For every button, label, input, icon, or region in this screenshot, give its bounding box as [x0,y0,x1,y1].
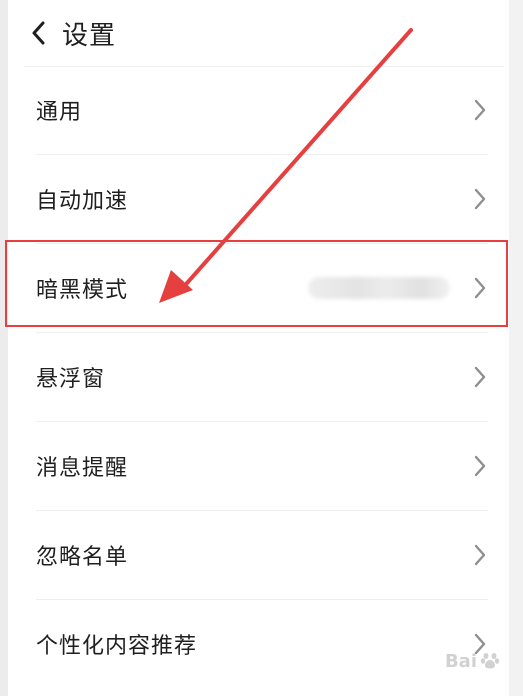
settings-row-label: 个性化内容推荐 [36,634,198,659]
settings-row-right [472,543,488,567]
settings-row-auto-accelerate[interactable]: 自动加速 [36,155,488,244]
settings-row-right [472,187,488,211]
settings-row-label: 消息提醒 [36,456,129,481]
page-title: 设置 [62,20,117,51]
settings-row-label: 自动加速 [36,189,129,214]
settings-row-general[interactable]: 通用 [36,66,488,155]
chevron-right-icon [472,276,488,300]
chevron-right-icon [472,98,488,122]
settings-row-message-reminder[interactable]: 消息提醒 [36,422,488,511]
baidu-paw-icon [480,653,500,669]
settings-list: 通用 自动加速 暗黑模式 悬浮窗 消息提醒 忽略名单 个性化内容推荐 [36,66,488,688]
dark-mode-current-value [308,277,450,299]
chevron-right-icon [472,454,488,478]
chevron-right-icon [472,365,488,389]
back-chevron-icon[interactable] [24,18,54,48]
settings-row-label: 通用 [36,100,83,125]
chevron-right-icon [472,187,488,211]
settings-row-floating-window[interactable]: 悬浮窗 [36,333,488,422]
settings-row-dark-mode[interactable]: 暗黑模式 [36,244,488,333]
watermark-text: Bai [444,650,477,672]
settings-row-personalized-recommendation[interactable]: 个性化内容推荐 [36,600,488,688]
right-edge-strip [509,0,523,696]
chevron-right-icon [472,543,488,567]
settings-row-right [472,454,488,478]
settings-row-right [472,365,488,389]
settings-row-label: 悬浮窗 [36,367,106,392]
watermark: Bai [445,650,501,672]
settings-row-label: 暗黑模式 [36,278,129,303]
settings-header: 设置 [24,0,504,67]
settings-row-right [308,276,488,300]
settings-row-label: 忽略名单 [36,545,129,570]
settings-row-right [472,98,488,122]
settings-row-ignore-list[interactable]: 忽略名单 [36,511,488,600]
chevron-left-icon [32,21,45,45]
left-edge-strip [0,0,8,696]
